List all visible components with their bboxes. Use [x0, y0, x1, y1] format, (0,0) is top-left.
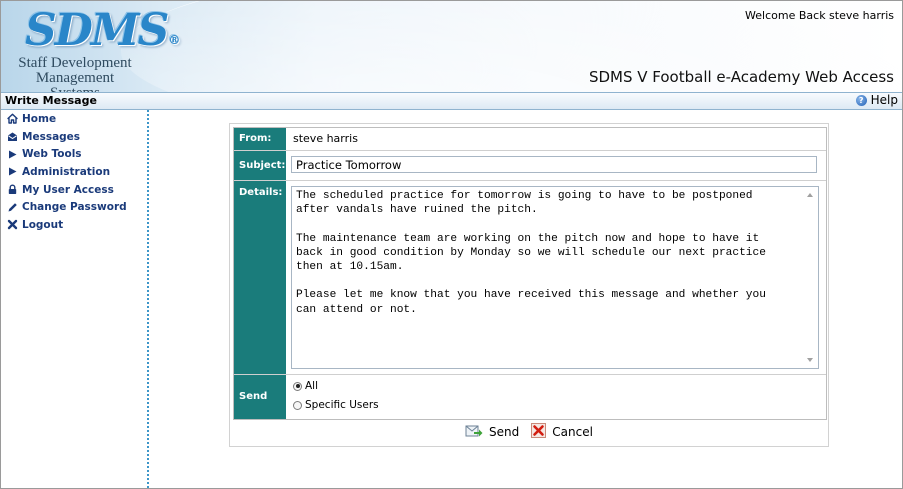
- home-icon: [7, 113, 18, 125]
- send-to-all-radio[interactable]: [293, 381, 302, 391]
- send-button[interactable]: Send: [465, 424, 519, 441]
- details-row: Details: The scheduled practice for tomo…: [234, 181, 826, 375]
- logo-subtitle-line2: Management Systems: [35, 70, 115, 93]
- scroll-up-arrow-icon[interactable]: [807, 193, 813, 197]
- sidebar-item-my-user-access[interactable]: My User Access: [1, 181, 147, 199]
- cancel-icon: [531, 423, 547, 441]
- from-row: From: steve harris: [234, 128, 826, 151]
- sdms-logo[interactable]: SDMS®: [25, 5, 180, 56]
- arrow-right-icon: [7, 149, 18, 160]
- send-to-specific-users-option[interactable]: Specific Users: [293, 399, 379, 411]
- page-titlebar: Write Message ? Help: [1, 92, 902, 110]
- send-to-field: All Specific Users: [289, 375, 826, 419]
- send-to-specific-users-radio[interactable]: [293, 400, 302, 410]
- logo-subtitle: Staff Development Management Systems: [9, 55, 141, 93]
- details-textarea[interactable]: The scheduled practice for tomorrow is g…: [292, 187, 804, 368]
- subject-input[interactable]: Practice Tomorrow: [291, 156, 817, 173]
- sidebar-nav: Home Messages Web Tools Administration M…: [1, 110, 149, 488]
- help-label: Help: [870, 93, 898, 107]
- sidebar-item-label: Administration: [22, 165, 111, 178]
- send-to-all-label: All: [305, 380, 319, 392]
- sidebar-item-web-tools[interactable]: Web Tools: [1, 145, 147, 163]
- logout-icon: [7, 219, 18, 230]
- subject-row: Subject: Practice Tomorrow: [234, 151, 826, 181]
- arrow-right-icon: [7, 166, 18, 177]
- sidebar-item-label: Web Tools: [22, 148, 82, 161]
- pencil-icon: [7, 202, 18, 213]
- messages-icon: [7, 131, 18, 142]
- page-title: Write Message: [5, 94, 97, 107]
- send-icon: [465, 424, 483, 441]
- help-icon: ?: [855, 94, 867, 106]
- form-fields: From: steve harris Subject: Practice Tom…: [233, 127, 827, 446]
- from-field: steve harris: [289, 128, 826, 150]
- logo-text: SDMS: [25, 5, 169, 56]
- subject-field: Practice Tomorrow: [289, 151, 826, 180]
- sidebar-item-label: Change Password: [22, 201, 127, 214]
- form-actions: Send Cancel: [230, 423, 828, 441]
- sidebar-item-label: Logout: [22, 218, 64, 231]
- help-link[interactable]: ? Help: [855, 93, 898, 107]
- sidebar-item-administration[interactable]: Administration: [1, 163, 147, 181]
- logo-subtitle-line1: Staff Development: [18, 55, 132, 71]
- details-textarea-box: The scheduled practice for tomorrow is g…: [291, 186, 819, 369]
- page-header: SDMS® Staff Development Management Syste…: [1, 1, 902, 92]
- from-value: steve harris: [293, 132, 358, 145]
- details-label: Details:: [234, 181, 286, 374]
- lock-icon: [7, 184, 18, 195]
- site-title: SDMS V Football e-Academy Web Access: [588, 68, 894, 86]
- sidebar-item-label: Home: [22, 112, 57, 125]
- sidebar-item-change-password[interactable]: Change Password: [1, 198, 147, 216]
- sidebar-item-home[interactable]: Home: [1, 110, 147, 128]
- send-to-label: Send To:: [234, 375, 286, 446]
- cancel-label: Cancel: [552, 425, 593, 439]
- sidebar-item-label: My User Access: [22, 183, 114, 196]
- details-field: The scheduled practice for tomorrow is g…: [289, 181, 826, 374]
- send-to-all-option[interactable]: All: [293, 380, 318, 392]
- logo-registered-mark: ®: [168, 33, 180, 47]
- send-label: Send: [489, 425, 520, 439]
- sidebar-item-logout[interactable]: Logout: [1, 216, 147, 234]
- scroll-down-arrow-icon[interactable]: [807, 358, 813, 362]
- from-label: From:: [234, 128, 286, 150]
- cancel-button[interactable]: Cancel: [531, 423, 593, 441]
- welcome-message: Welcome Back steve harris: [745, 9, 894, 22]
- sidebar-item-messages[interactable]: Messages: [1, 128, 147, 146]
- send-to-row: Send To: All Specific Users: [234, 375, 826, 446]
- sidebar-item-label: Messages: [22, 130, 81, 143]
- details-scrollbar[interactable]: [803, 187, 818, 368]
- subject-label: Subject:: [234, 151, 286, 180]
- write-message-form: From: steve harris Subject: Practice Tom…: [229, 123, 829, 447]
- send-to-specific-users-label: Specific Users: [305, 399, 379, 411]
